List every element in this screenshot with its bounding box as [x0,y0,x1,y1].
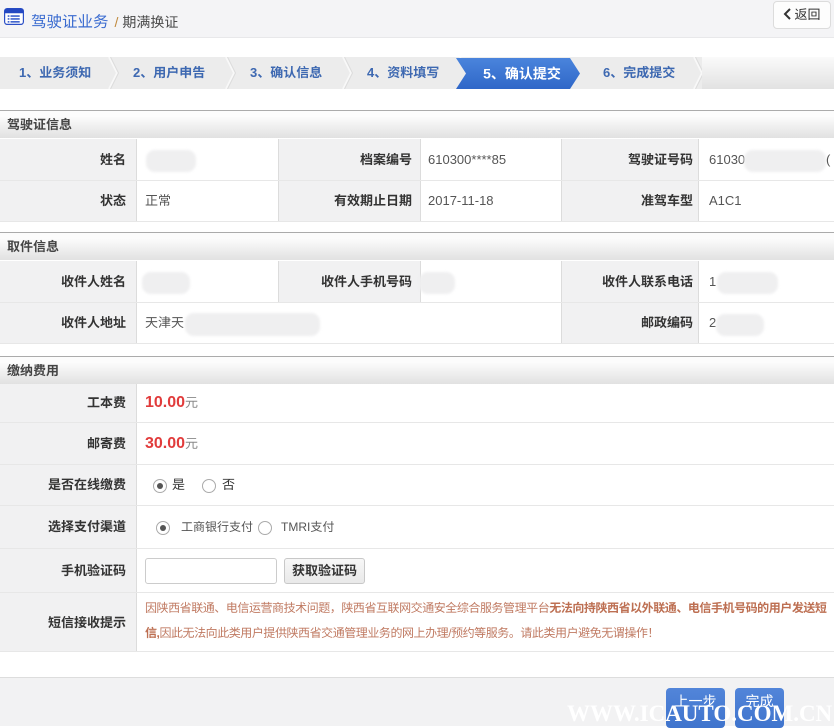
svg-text:5、确认提交: 5、确认提交 [483,66,561,82]
